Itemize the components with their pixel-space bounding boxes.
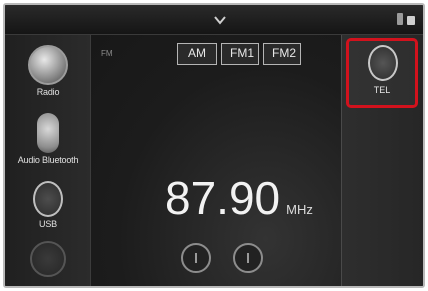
- source-bluetooth-audio[interactable]: Audio Bluetooth: [5, 113, 91, 165]
- right-panel: TEL: [341, 35, 423, 286]
- band-selector: AM FM1 FM2: [177, 43, 301, 65]
- tel-label: TEL: [373, 85, 391, 95]
- seek-previous-button[interactable]: [181, 243, 211, 273]
- frequency-value: 87.90: [165, 172, 281, 224]
- radio-panel: FM AM FM1 FM2 87.90 MHz: [91, 35, 341, 286]
- head-unit-screen: Radio Audio Bluetooth USB FM AM FM1 FM2 …: [3, 3, 425, 288]
- signal-icon: [397, 13, 403, 25]
- band-indicator: FM: [101, 49, 113, 58]
- frequency-unit: MHz: [286, 202, 313, 217]
- frequency-display: 87.90 MHz: [165, 171, 313, 225]
- source-usb[interactable]: USB: [5, 181, 91, 229]
- battery-icon: [407, 16, 415, 25]
- status-icons: [397, 13, 415, 25]
- phone-icon: [368, 45, 398, 81]
- band-am-button[interactable]: AM: [177, 43, 217, 65]
- chevron-down-icon[interactable]: [213, 13, 227, 27]
- source-radio[interactable]: Radio: [5, 45, 91, 97]
- source-item[interactable]: [5, 241, 91, 277]
- radio-icon: [28, 45, 68, 85]
- source-label: Radio: [36, 87, 60, 97]
- bluetooth-audio-icon: [37, 113, 59, 153]
- source-sidebar: Radio Audio Bluetooth USB: [5, 35, 91, 286]
- source-label: Audio Bluetooth: [17, 155, 79, 165]
- tel-button[interactable]: TEL: [346, 38, 418, 108]
- source-icon: [30, 241, 66, 277]
- usb-icon: [33, 181, 63, 217]
- band-fm2-button[interactable]: FM2: [263, 43, 301, 65]
- source-label: USB: [39, 219, 57, 229]
- seek-previous-icon: [195, 253, 197, 263]
- seek-next-icon: [247, 253, 249, 263]
- band-fm1-button[interactable]: FM1: [221, 43, 259, 65]
- seek-next-button[interactable]: [233, 243, 263, 273]
- top-bar: [5, 5, 423, 35]
